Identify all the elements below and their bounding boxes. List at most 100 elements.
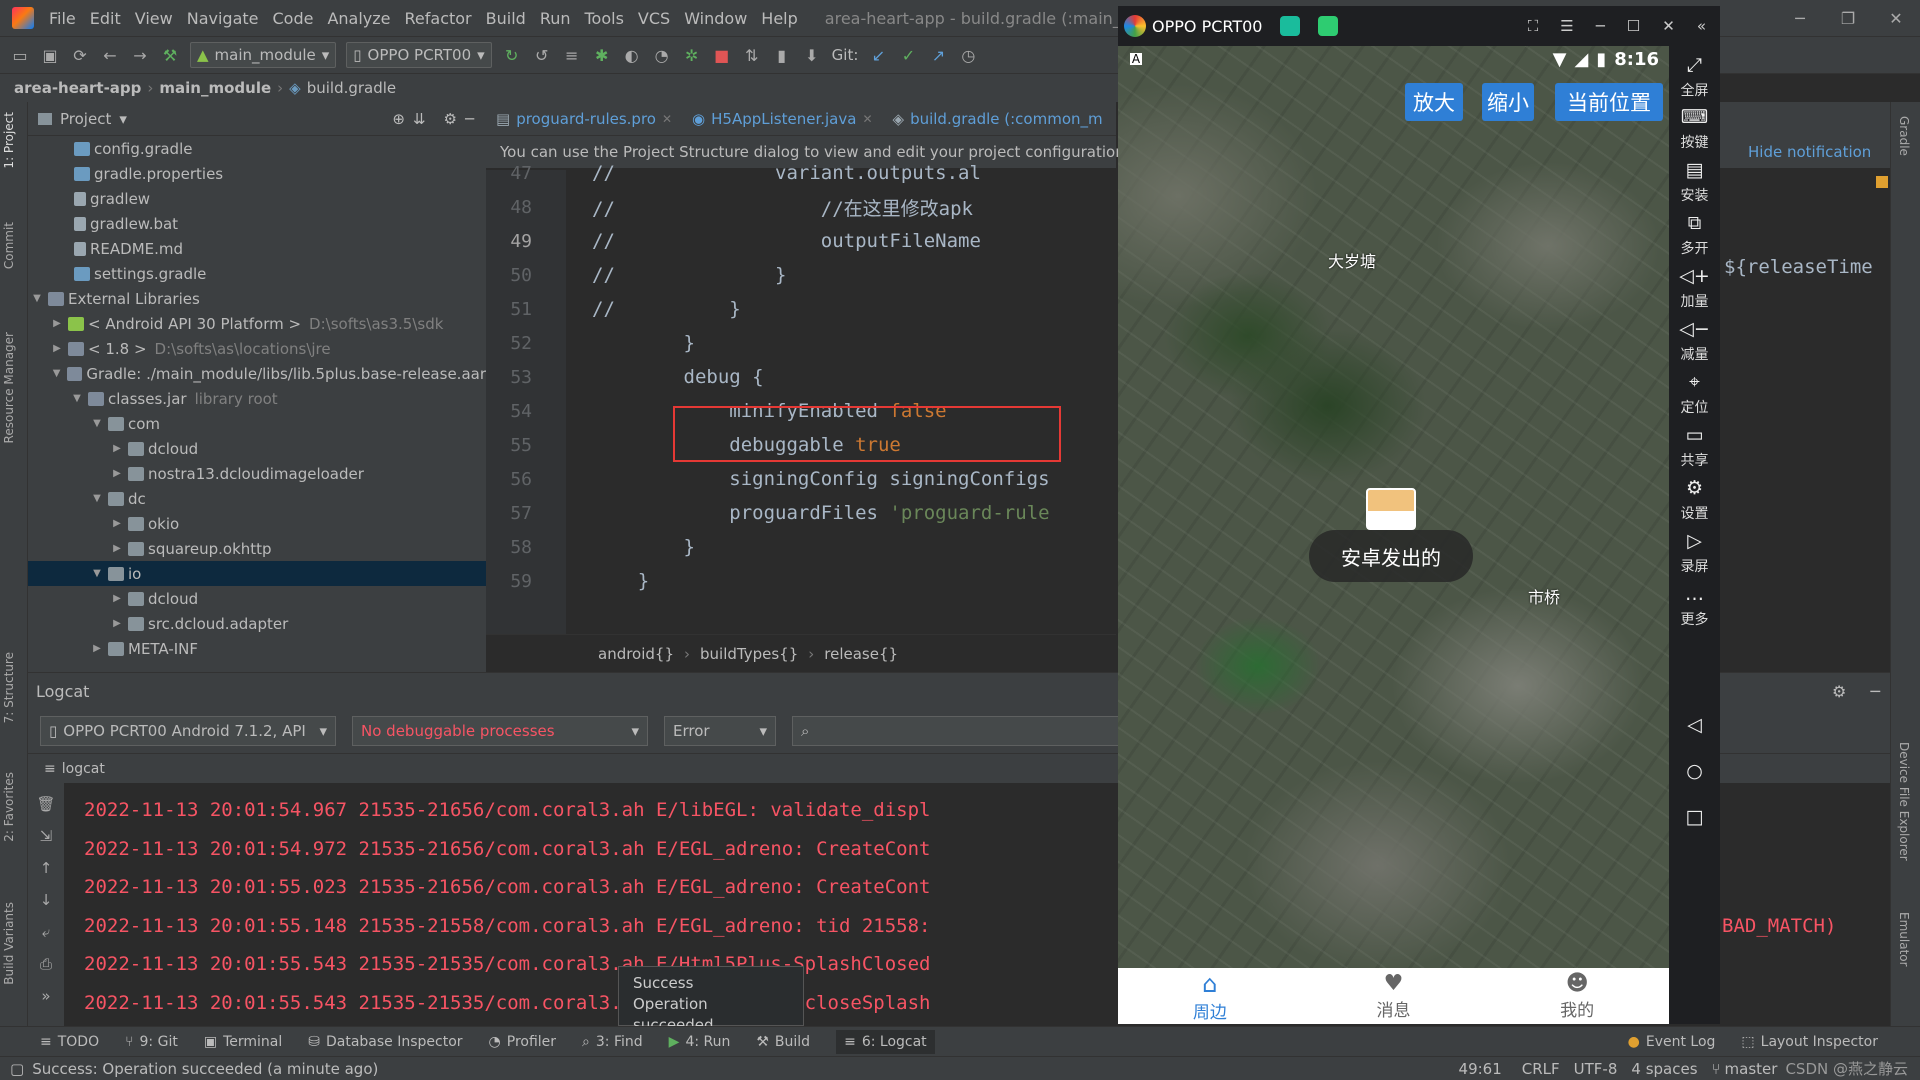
current-location-button[interactable]: 当前位置 — [1555, 83, 1663, 121]
tab-resource-manager[interactable]: Resource Manager — [2, 332, 16, 443]
menu-refactor[interactable]: Refactor — [398, 9, 479, 28]
tree-item[interactable]: ▶ squareup.okhttp — [28, 536, 486, 561]
tree-item[interactable]: ▼ com — [28, 411, 486, 436]
coverage-icon[interactable]: ◐ — [622, 45, 642, 65]
tree-item[interactable]: ▶ dcloud — [28, 436, 486, 461]
menu-tools[interactable]: Tools — [578, 9, 631, 28]
crumb-buildtypes[interactable]: buildTypes{} — [700, 645, 798, 663]
attach-debugger-icon[interactable]: ✲ — [682, 45, 702, 65]
tab-gradle[interactable]: Gradle — [1897, 116, 1911, 156]
tab-project[interactable]: 1: Project — [2, 112, 16, 169]
more-button[interactable]: … 更多 — [1669, 583, 1720, 629]
share-button[interactable]: ▭ 共享 — [1669, 424, 1720, 470]
tree-item[interactable]: gradle.properties — [28, 161, 486, 186]
android-home-button[interactable]: ○ — [1669, 760, 1720, 786]
crumb-release[interactable]: release{} — [824, 645, 898, 663]
tab-profiler[interactable]: ◔ Profiler — [489, 1034, 557, 1050]
logcat-process-select[interactable]: No debuggable processes ▾ — [352, 716, 648, 746]
tab-event-log[interactable]: ● Event Log — [1628, 1034, 1716, 1050]
chevron-down-icon[interactable]: ▼ — [30, 293, 44, 304]
location-button[interactable]: ⌖ 定位 — [1669, 371, 1720, 417]
gear-icon[interactable]: ⚙ — [1832, 682, 1846, 701]
tab-logcat[interactable]: ≡ 6: Logcat — [836, 1029, 935, 1054]
logcat-level-select[interactable]: Error ▾ — [664, 716, 776, 746]
tab-todo[interactable]: ≡ TODO — [40, 1034, 99, 1050]
tree-item[interactable]: ▼ External Libraries — [28, 286, 486, 311]
maximize-icon[interactable]: ☐ — [1627, 17, 1640, 35]
tab-build-gradle[interactable]: ◈ build.gradle (:common_m — [883, 102, 1113, 136]
tab-h5applistener[interactable]: ◉ H5AppListener.java ✕ — [682, 102, 882, 136]
tree-item[interactable]: ▼ dc — [28, 486, 486, 511]
chevron-down-icon[interactable]: ▼ — [70, 393, 84, 404]
debug-icon[interactable]: ✱ — [592, 45, 612, 65]
record-button[interactable]: ▷ 录屏 — [1669, 530, 1720, 576]
tab-device-file-explorer[interactable]: Device File Explorer — [1897, 742, 1911, 861]
menu-run[interactable]: Run — [533, 9, 578, 28]
tab-git[interactable]: ⑂ 9: Git — [125, 1034, 178, 1050]
volume-up-button[interactable]: ◁+ 加量 — [1669, 265, 1720, 311]
caret-position[interactable]: 49:61 — [1459, 1060, 1502, 1078]
git-branch[interactable]: master — [1725, 1060, 1778, 1078]
open-folder-icon[interactable]: ▭ — [10, 45, 30, 65]
breadcrumb-module[interactable]: main_module — [159, 79, 271, 97]
module-select[interactable]: ▲ main_module ▾ — [190, 42, 337, 68]
chevron-right-icon[interactable]: ▶ — [110, 543, 124, 554]
multi-open-button[interactable]: ⧉ 多开 — [1669, 212, 1720, 258]
hide-panel-icon[interactable]: ─ — [1870, 682, 1880, 701]
android-back-button[interactable]: ◁ — [1669, 714, 1720, 740]
menu-view[interactable]: View — [128, 9, 180, 28]
breadcrumb-file[interactable]: build.gradle — [307, 79, 396, 97]
chevron-down-icon[interactable]: ▼ — [50, 368, 63, 379]
fullscreen-button[interactable]: ⤢ 全屏 — [1669, 54, 1720, 100]
tab-proguard-rules[interactable]: ▤ proguard-rules.pro ✕ — [486, 102, 682, 136]
tree-item[interactable]: gradlew — [28, 186, 486, 211]
menu-icon[interactable]: ☰ — [1560, 17, 1573, 35]
collapse-sidebar-icon[interactable]: « — [1697, 17, 1706, 35]
hide-notification-link[interactable]: Hide notification — [1748, 143, 1871, 161]
file-encoding[interactable]: UTF-8 — [1574, 1060, 1618, 1078]
device-select[interactable]: ▯ OPPO PCRT00 ▾ — [346, 42, 492, 68]
menu-analyze[interactable]: Analyze — [320, 9, 397, 28]
gear-icon[interactable]: ⚙ — [444, 110, 457, 128]
nav-messages[interactable]: ♥ 消息 — [1302, 968, 1486, 1024]
chevron-right-icon[interactable]: ▶ — [50, 318, 64, 329]
screenshot-icon[interactable]: ⛶ — [1528, 17, 1539, 35]
logcat-device-select[interactable]: ▯ OPPO PCRT00 Android 7.1.2, API ▾ — [40, 716, 336, 746]
soft-wrap-icon[interactable]: ⤶ — [42, 923, 50, 941]
breadcrumb-project[interactable]: area-heart-app — [14, 79, 141, 97]
close-icon[interactable]: ✕ — [1872, 9, 1920, 28]
apply-changes-icon[interactable]: ↺ — [532, 45, 552, 65]
tree-item[interactable]: ▶ nostra13.dcloudimageloader — [28, 461, 486, 486]
tree-item[interactable]: ▶ META-INF — [28, 636, 486, 661]
save-icon[interactable]: ▣ — [40, 45, 60, 65]
indent-setting[interactable]: 4 spaces — [1631, 1060, 1697, 1078]
chevron-right-icon[interactable]: ▶ — [110, 593, 124, 604]
logcat-search-input[interactable]: ⌕ — [792, 716, 1122, 746]
tree-item[interactable]: README.md — [28, 236, 486, 261]
settings-button[interactable]: ⚙ 设置 — [1669, 477, 1720, 523]
android-recents-button[interactable]: □ — [1669, 806, 1720, 832]
down-arrow-icon[interactable]: ↓ — [40, 891, 53, 909]
chevron-right-icon[interactable]: ▶ — [110, 518, 124, 529]
tree-item[interactable]: ▶ < Android API 30 Platform > D:\softs\as3… — [28, 311, 486, 336]
git-update-icon[interactable]: ↙ — [868, 45, 888, 65]
tree-item[interactable]: config.gradle — [28, 136, 486, 161]
scroll-to-end-icon[interactable]: ⇲ — [40, 827, 53, 845]
minimize-icon[interactable]: ─ — [1596, 17, 1605, 35]
chevron-right-icon[interactable]: ▶ — [110, 443, 124, 454]
phone-screen[interactable]: A ▼ ◢ ▮ 8:16 放大 缩小 当前位置 大岁塘 市桥 安卓发出的 ⌂ 周边… — [1118, 46, 1669, 1024]
tree-item[interactable]: ▶ < 1.8 > D:\softs\as\locations\jre — [28, 336, 486, 361]
tab-terminal[interactable]: ▣ Terminal — [204, 1034, 282, 1050]
tab-database-inspector[interactable]: ⛁ Database Inspector — [308, 1034, 462, 1050]
up-arrow-icon[interactable]: ↑ — [40, 859, 53, 877]
chevron-down-icon[interactable]: ▼ — [90, 493, 104, 504]
hammer-icon[interactable]: ⚒ — [160, 45, 180, 65]
tree-item[interactable]: gradlew.bat — [28, 211, 486, 236]
menu-build[interactable]: Build — [479, 9, 533, 28]
tab-layout-inspector[interactable]: ⬚ Layout Inspector — [1741, 1034, 1878, 1050]
avatar-marker[interactable] — [1366, 488, 1416, 530]
menu-vcs[interactable]: VCS — [631, 9, 677, 28]
avd-manager-icon[interactable]: ▮ — [772, 45, 792, 65]
hide-panel-icon[interactable]: ─ — [465, 110, 474, 128]
project-view-title[interactable]: Project — [60, 110, 111, 128]
